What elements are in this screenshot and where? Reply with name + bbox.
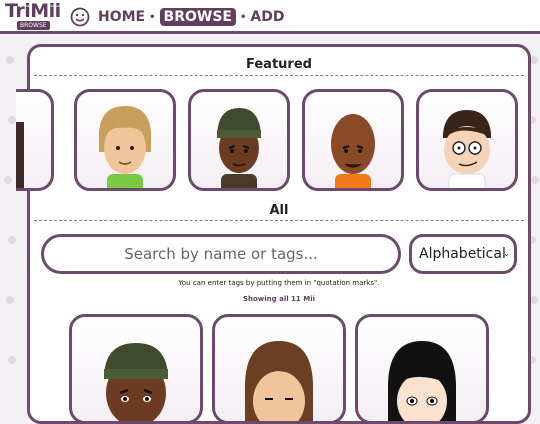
- featured-title: Featured: [246, 57, 312, 72]
- featured-card[interactable]: [416, 89, 518, 191]
- chevron-down-icon: ⌄: [503, 249, 510, 258]
- browse-panel: Featured All Search by name or tags... A…: [16, 44, 531, 424]
- featured-divider: [34, 75, 524, 76]
- search-input[interactable]: Search by name or tags...: [41, 234, 401, 274]
- result-count: Showing all 11 Mii: [242, 295, 316, 303]
- mii-avatar: [104, 343, 168, 421]
- featured-card[interactable]: [302, 89, 404, 191]
- smiley-icon[interactable]: [70, 7, 90, 27]
- all-divider: [34, 220, 524, 221]
- mii-card[interactable]: [69, 314, 203, 424]
- featured-card[interactable]: [188, 89, 290, 191]
- nav-separator: •: [149, 11, 156, 23]
- all-title: All: [269, 203, 289, 218]
- nav-separator: •: [239, 11, 247, 23]
- nav-add[interactable]: ADD: [250, 9, 284, 25]
- mii-card[interactable]: [355, 314, 489, 424]
- logo-badge: BROWSE: [17, 21, 50, 30]
- main-nav: HOME • BROWSE • ADD: [98, 8, 284, 26]
- mii-avatar: [99, 106, 151, 188]
- search-hint: You can enter tags by putting them in "q…: [178, 279, 380, 287]
- mii-avatar: [217, 108, 261, 188]
- trimii-logo[interactable]: TriMii BROWSE: [5, 0, 67, 30]
- nav-home[interactable]: HOME: [98, 9, 145, 25]
- top-bar: TriMii BROWSE HOME • BROWSE • ADD: [0, 0, 540, 34]
- mii-avatar: [443, 110, 491, 188]
- featured-card[interactable]: [16, 89, 54, 191]
- sort-select[interactable]: Alphabetical ⌄: [409, 234, 517, 274]
- sort-value: Alphabetical: [419, 246, 506, 262]
- mii-avatar: [16, 122, 24, 188]
- mii-card[interactable]: [212, 314, 346, 424]
- mii-avatar: [388, 341, 456, 421]
- mii-avatar: [331, 114, 375, 188]
- featured-card[interactable]: [74, 89, 176, 191]
- mii-avatar: [245, 341, 313, 421]
- logo-text: TriMii: [5, 0, 61, 22]
- nav-browse[interactable]: BROWSE: [159, 8, 236, 26]
